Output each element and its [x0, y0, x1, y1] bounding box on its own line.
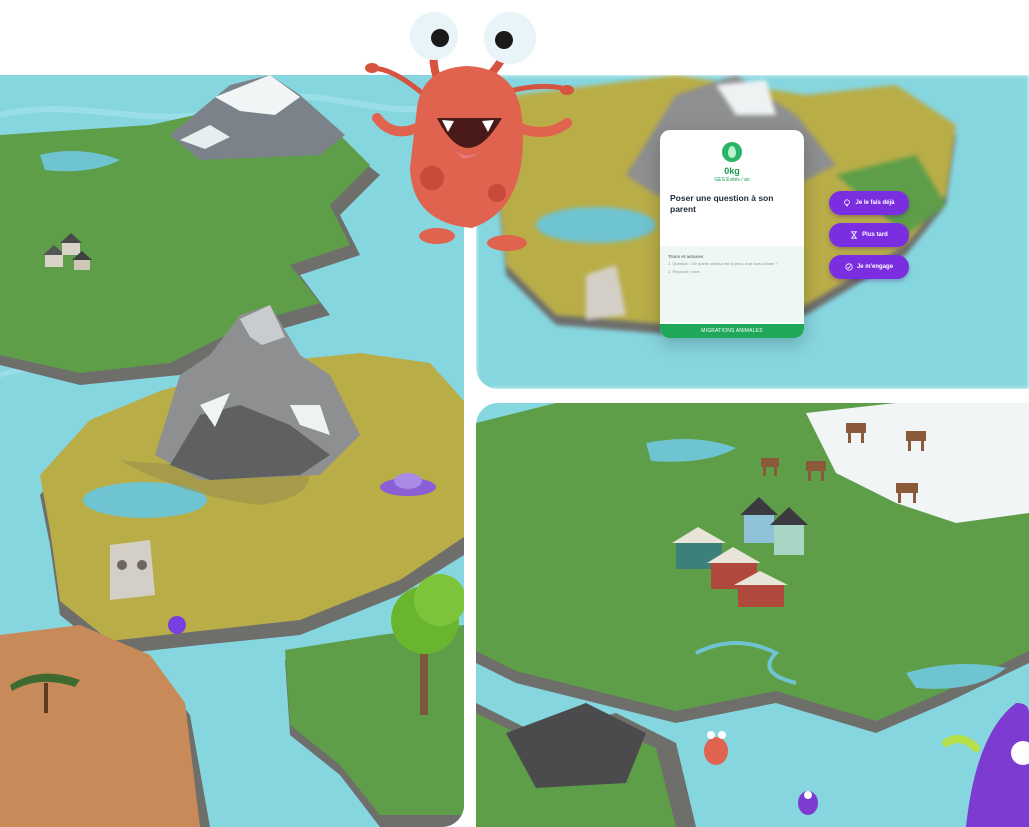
commit-button[interactable]: Je m'engage	[829, 255, 909, 279]
lightbulb-icon	[844, 199, 851, 207]
tip-line: 1. Question : De quelle couleur est la p…	[668, 261, 778, 266]
skull-rock	[110, 540, 155, 600]
chat-bubble-icon[interactable]	[168, 616, 186, 634]
action-label: Plus tard	[862, 232, 888, 238]
tips-title: Trucs et astuces	[668, 254, 704, 259]
action-label: Je m'engage	[856, 264, 894, 270]
red-monster-mascot	[365, 12, 574, 251]
category-button[interactable]: MIGRATIONS ANIMALES	[660, 324, 804, 338]
tip-line: 2. Reponse: noire.	[668, 269, 701, 274]
action-label: Je le fais déjà	[855, 200, 895, 206]
tips-box: Trucs et astuces 1. Question : De quelle…	[660, 246, 804, 322]
co2-value: 0kg	[724, 166, 740, 176]
small-purple-monster[interactable]	[798, 791, 818, 815]
hourglass-icon	[850, 231, 858, 239]
challenge-card: 0kg GES Évités / an Poser une question à…	[660, 130, 804, 338]
already-doing-button[interactable]: Je le fais déjà	[829, 191, 909, 215]
co2-caption: GES Évités / an	[714, 177, 750, 183]
challenge-question: Poser une question à son parent	[670, 193, 774, 214]
later-button[interactable]: Plus tard	[829, 223, 909, 247]
check-circle-icon	[845, 263, 853, 271]
leaf-icon	[722, 142, 742, 162]
farm-panel[interactable]	[476, 403, 1029, 827]
